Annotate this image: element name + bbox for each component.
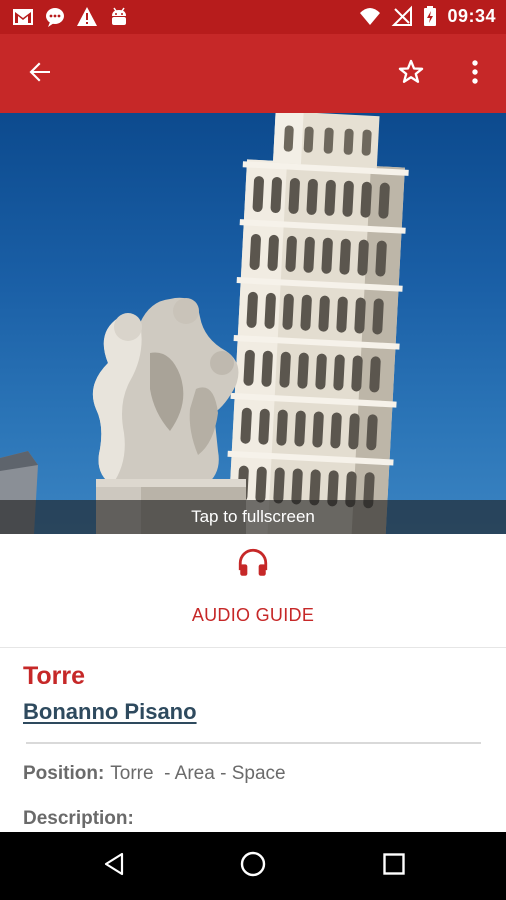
- artwork-details: Torre Bonanno Pisano Position: Torre - Ar…: [0, 648, 506, 832]
- status-bar: 09:34: [0, 0, 506, 34]
- warning-icon: [76, 6, 98, 28]
- gmail-icon: [12, 6, 34, 28]
- star-outline-icon: [397, 58, 425, 91]
- wifi-icon: [359, 5, 381, 27]
- battery-charging-icon: [423, 5, 437, 27]
- author-link[interactable]: Bonanno Pisano: [23, 699, 197, 725]
- audio-guide-label: AUDIO GUIDE: [191, 605, 315, 625]
- app-toolbar: [0, 34, 506, 113]
- fullscreen-caption[interactable]: Tap to fullscreen: [0, 500, 506, 534]
- more-vert-icon: [471, 59, 479, 90]
- nav-home-icon: [239, 850, 267, 883]
- favorite-button[interactable]: [389, 52, 433, 96]
- back-button[interactable]: [18, 52, 62, 96]
- overflow-menu-button[interactable]: [453, 52, 497, 96]
- artwork-title: Torre: [23, 662, 86, 690]
- nav-back-icon: [101, 851, 127, 882]
- android-icon: [108, 6, 130, 28]
- position-row: Position: Torre - Area - Space: [23, 763, 286, 785]
- system-nav-bar: [0, 832, 506, 900]
- status-notifications: [12, 6, 130, 28]
- divider: [26, 742, 481, 744]
- clock: 09:34: [447, 5, 496, 26]
- nav-home-button[interactable]: [233, 846, 273, 886]
- description-label: Description:: [23, 808, 134, 829]
- nav-recents-button[interactable]: [374, 846, 414, 886]
- position-label: Position:: [23, 763, 105, 784]
- chat-icon: [44, 6, 66, 28]
- artwork-image[interactable]: Tap to fullscreen: [0, 113, 506, 534]
- arrow-back-icon: [27, 59, 53, 90]
- audio-guide-button[interactable]: AUDIO GUIDE: [0, 534, 506, 648]
- position-value: Torre - Area - Space: [110, 763, 286, 784]
- headphones-icon: [236, 546, 270, 580]
- nav-back-button[interactable]: [94, 846, 134, 886]
- no-signal-icon: [391, 5, 413, 27]
- nav-recents-icon: [382, 852, 406, 881]
- leaning-tower-photo: [0, 113, 409, 534]
- status-system: 09:34: [359, 5, 496, 27]
